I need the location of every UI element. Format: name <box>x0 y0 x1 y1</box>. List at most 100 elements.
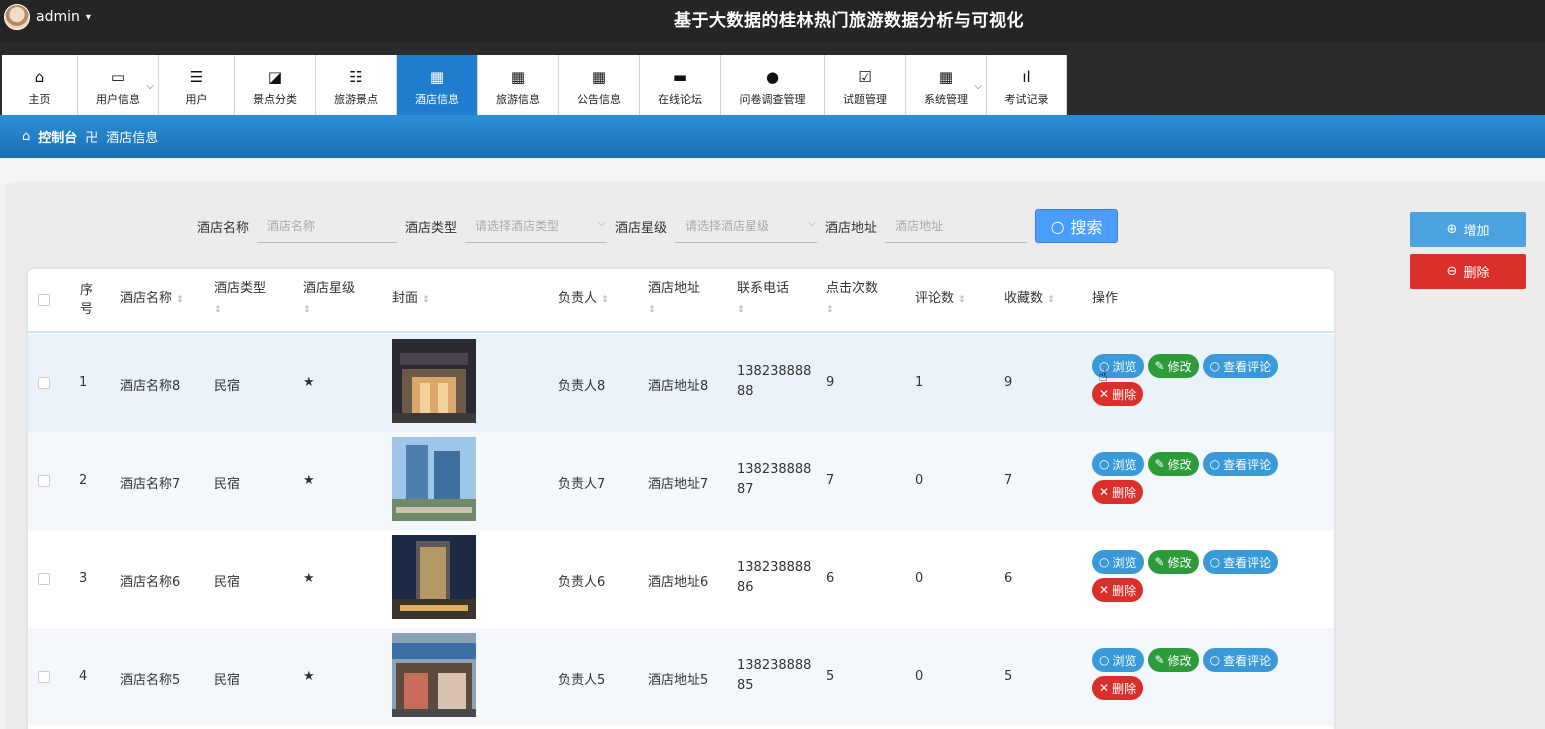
view-button[interactable]: ○ 浏览 <box>1092 452 1144 476</box>
col-type[interactable]: 酒店类型 ⇕ <box>214 279 266 320</box>
sort-icon: ⇕ <box>422 295 430 305</box>
lightbulb-icon: ● <box>765 68 780 86</box>
nav-label: 景点分类 <box>253 93 297 106</box>
cell-address: 酒店地址8 <box>648 379 709 394</box>
chevron-down-icon: ▾ <box>85 11 91 23</box>
hotel-type-select[interactable]: 请选择酒店类型 ⌵ <box>465 209 608 243</box>
nav-label: 用户信息 <box>96 93 140 106</box>
nav-item-travel-info[interactable]: ▦ 旅游信息 <box>478 55 559 115</box>
nav-item-users[interactable]: ☰ 用户 <box>159 55 235 115</box>
add-button[interactable]: ⊕ 增加 <box>1410 212 1526 247</box>
nav-item-exam-records[interactable]: ıl 考试记录 <box>987 55 1067 115</box>
hotel-cover-image[interactable] <box>392 535 476 619</box>
cell-index: 2 <box>79 473 88 488</box>
close-icon: ✕ <box>1099 387 1110 401</box>
hotel-cover-image[interactable] <box>392 633 476 717</box>
view-button[interactable]: ○ 浏览 <box>1092 550 1144 574</box>
col-phone[interactable]: 联系电话 ⇕ <box>737 279 789 320</box>
col-cover[interactable]: 封面 ⇕ <box>392 289 430 310</box>
search-button[interactable]: ○ 搜索 <box>1035 209 1119 243</box>
table-row: 1 酒店名称8 民宿 ★ 负责人8 酒店地址8 138238888 88 9 1… <box>28 334 1334 432</box>
nav-bar: ⌂ 主页 ▭ 用户信息 ⌵ ☰ 用户 ◪ 景点分类 ☷ 旅游景点 ▦ 酒店信息 … <box>0 42 1545 115</box>
cell-star: ★ <box>303 571 315 586</box>
nav-item-questions[interactable]: ☑ 试题管理 <box>825 55 906 115</box>
delete-button[interactable]: ⊖ 删除 <box>1410 254 1526 289</box>
sort-icon: ⇕ <box>826 305 834 315</box>
cell-address: 酒店地址5 <box>648 673 709 688</box>
search-bar: 酒店名称 酒店名称 酒店类型 请选择酒店类型 ⌵ 酒店星级 请选择酒店星级 ⌵ 酒店… <box>197 209 1119 243</box>
hotel-address-input[interactable]: 酒店地址 <box>885 209 1028 243</box>
row-actions: ○ 浏览 ✎ 修改 ○ 查看评论 ✕ 删除 <box>1092 452 1302 504</box>
row-checkbox[interactable] <box>38 475 50 487</box>
row-delete-button[interactable]: ✕ 删除 <box>1092 382 1144 406</box>
nav-item-user-info[interactable]: ▭ 用户信息 ⌵ <box>78 55 159 115</box>
edit-button[interactable]: ✎ 修改 <box>1147 550 1199 574</box>
nav-item-survey[interactable]: ● 问卷调查管理 <box>721 55 825 115</box>
col-favorites[interactable]: 收藏数 ⇕ <box>1004 289 1055 310</box>
nav-item-scenic-category[interactable]: ◪ 景点分类 <box>235 55 316 115</box>
cell-owner: 负责人6 <box>558 575 606 590</box>
nav-item-forum[interactable]: ▬ 在线论坛 <box>640 55 721 115</box>
view-comments-button[interactable]: ○ 查看评论 <box>1202 550 1279 574</box>
list-icon: ☰ <box>189 68 204 86</box>
search-icon: ○ <box>1099 457 1110 471</box>
nav-item-hotel-info[interactable]: ▦ 酒店信息 <box>397 55 478 115</box>
hotel-name-input[interactable]: 酒店名称 <box>257 209 398 243</box>
cell-owner: 负责人8 <box>558 379 606 394</box>
cell-owner: 负责人5 <box>558 673 606 688</box>
hotel-cover-image[interactable] <box>392 339 476 423</box>
cell-favorites: 5 <box>1004 669 1013 684</box>
row-checkbox[interactable] <box>38 671 50 683</box>
search-icon: ○ <box>1209 653 1221 667</box>
sort-icon: ⇕ <box>214 305 222 315</box>
nav-item-home[interactable]: ⌂ 主页 <box>2 55 78 115</box>
cell-clicks: 6 <box>826 571 835 586</box>
row-actions: ○ 浏览 ✎ 修改 ○ 查看评论 ✕ 删除 <box>1092 354 1302 406</box>
row-delete-button[interactable]: ✕ 删除 <box>1092 676 1144 700</box>
edit-icon: ✎ <box>1154 555 1165 569</box>
grid-icon: ▦ <box>429 68 445 86</box>
col-comments[interactable]: 评论数 ⇕ <box>915 289 966 310</box>
col-owner[interactable]: 负责人 ⇕ <box>558 289 609 310</box>
select-all-checkbox[interactable] <box>38 294 50 306</box>
row-checkbox[interactable] <box>38 573 50 585</box>
row-actions: ○ 浏览 ✎ 修改 ○ 查看评论 ✕ 删除 <box>1092 648 1302 700</box>
close-icon: ✕ <box>1099 485 1110 499</box>
minus-circle-icon: ⊖ <box>1446 264 1458 279</box>
nav-item-notices[interactable]: ▦ 公告信息 <box>559 55 640 115</box>
nav-label: 公告信息 <box>577 93 621 106</box>
view-comments-button[interactable]: ○ 查看评论 <box>1202 452 1279 476</box>
row-delete-button[interactable]: ✕ 删除 <box>1092 578 1144 602</box>
edit-button[interactable]: ✎ 修改 <box>1147 354 1199 378</box>
nav-label: 系统管理 <box>924 93 968 106</box>
hotel-cover-image[interactable] <box>392 437 476 521</box>
col-address[interactable]: 酒店地址 ⇕ <box>648 279 700 320</box>
nav-item-system[interactable]: ▦ 系统管理 ⌵ <box>906 55 987 115</box>
cell-star: ★ <box>303 669 315 684</box>
row-delete-button[interactable]: ✕ 删除 <box>1092 480 1144 504</box>
cell-phone: 138238888 88 <box>737 364 812 399</box>
edit-button[interactable]: ✎ 修改 <box>1147 452 1199 476</box>
hotel-star-select[interactable]: 请选择酒店星级 ⌵ <box>675 209 818 243</box>
edit-button[interactable]: ✎ 修改 <box>1147 648 1199 672</box>
col-clicks[interactable]: 点击次数 ⇕ <box>826 279 878 320</box>
view-comments-button[interactable]: ○ 查看评论 <box>1202 354 1279 378</box>
cell-phone: 138238888 86 <box>737 560 812 595</box>
cell-type: 民宿 <box>214 673 241 688</box>
nav-label: 考试记录 <box>1004 93 1049 106</box>
col-star[interactable]: 酒店星级 ⇕ <box>303 279 355 320</box>
sort-icon: ⇕ <box>1047 295 1055 305</box>
view-button[interactable]: ○ 浏览 <box>1092 648 1144 672</box>
breadcrumb-home[interactable]: 控制台 <box>38 127 77 146</box>
top-bar: admin ▾ 基于大数据的桂林热门旅游数据分析与可视化 <box>0 0 1545 42</box>
nav-item-scenic-spots[interactable]: ☷ 旅游景点 <box>316 55 397 115</box>
row-checkbox[interactable] <box>38 377 50 389</box>
cell-phone: 138238888 85 <box>737 658 812 693</box>
avatar <box>4 4 30 30</box>
nav-label: 问卷调查管理 <box>739 93 806 106</box>
close-icon: ✕ <box>1099 583 1110 597</box>
view-comments-button[interactable]: ○ 查看评论 <box>1202 648 1279 672</box>
cell-favorites: 7 <box>1004 473 1013 488</box>
user-menu[interactable]: admin ▾ <box>4 4 91 30</box>
col-name[interactable]: 酒店名称 ⇕ <box>120 289 184 310</box>
